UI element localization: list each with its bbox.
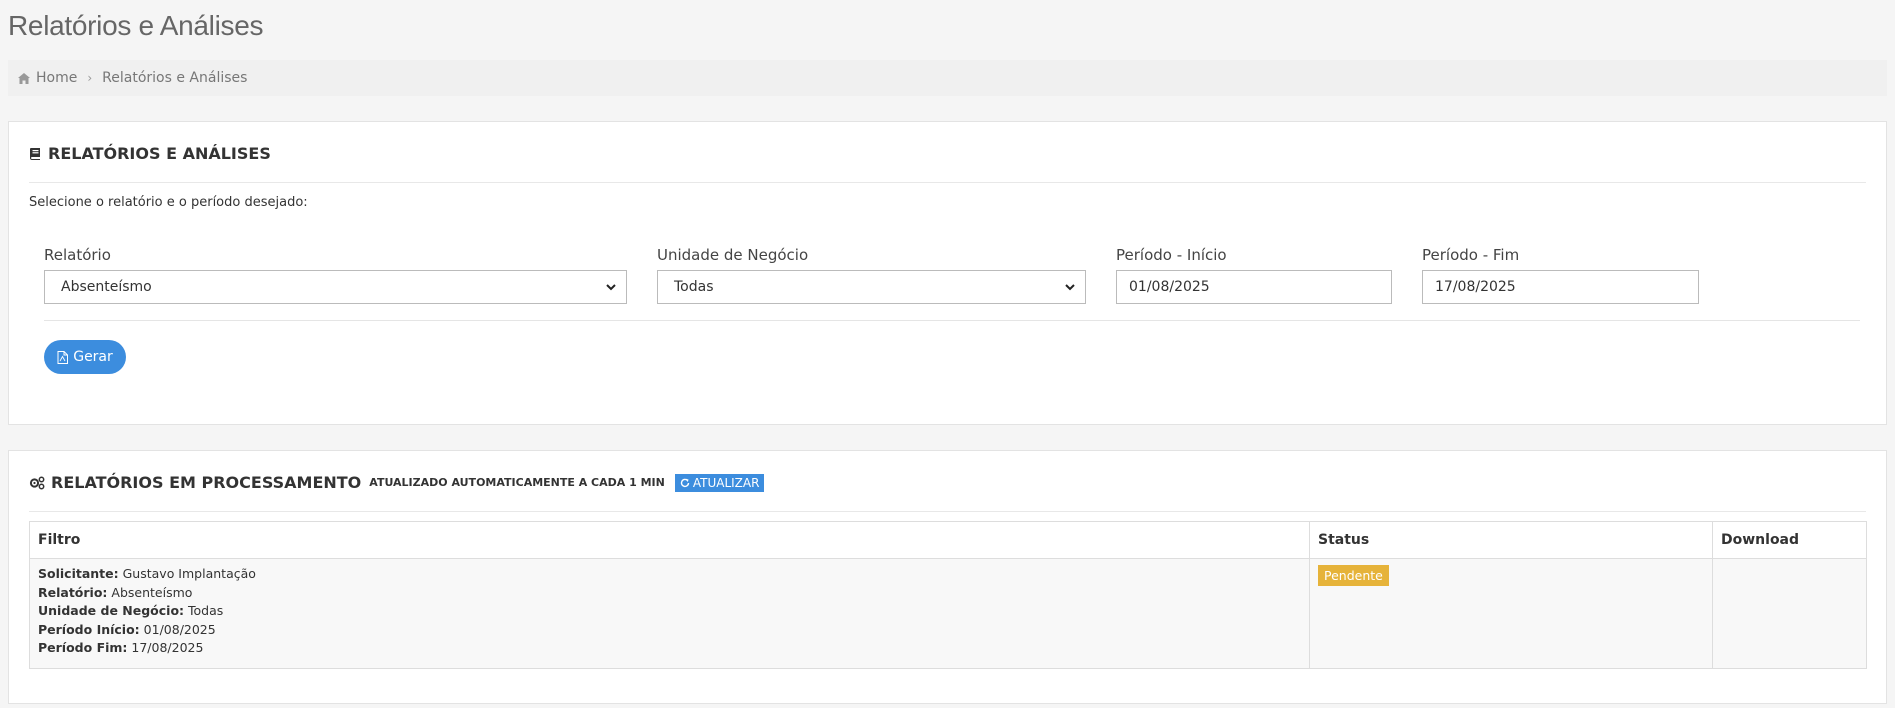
breadcrumb-home-label: Home xyxy=(36,70,78,86)
auto-refresh-note: ATUALIZADO AUTOMATICAMENTE A CADA 1 MIN xyxy=(369,476,665,489)
report-form-panel: RELATÓRIOS E ANÁLISES Selecione o relató… xyxy=(8,121,1887,425)
column-download: Download xyxy=(1712,521,1867,559)
filter-fim: Período Fim: 17/08/2025 xyxy=(38,639,1301,658)
gears-icon xyxy=(29,476,45,489)
panel-divider xyxy=(29,511,1866,512)
column-filtro: Filtro xyxy=(29,521,1310,559)
refresh-button-label: ATUALIZAR xyxy=(692,475,760,490)
processing-panel-title: RELATÓRIOS EM PROCESSAMENTO xyxy=(51,473,362,492)
page-header: Relatórios e Análises xyxy=(8,10,263,42)
filter-unidade: Unidade de Negócio: Todas xyxy=(38,602,1301,621)
chevron-down-icon xyxy=(1065,284,1075,291)
inicio-date-value: 01/08/2025 xyxy=(1129,279,1210,295)
report-panel-title: RELATÓRIOS E ANÁLISES xyxy=(48,144,271,163)
inicio-field: Período - Início 01/08/2025 xyxy=(1116,246,1392,304)
chevron-down-icon xyxy=(606,284,616,291)
report-intro-text: Selecione o relatório e o período deseja… xyxy=(29,195,308,210)
fim-field: Período - Fim 17/08/2025 xyxy=(1422,246,1699,304)
table-row: Solicitante: Gustavo Implantação Relatór… xyxy=(29,558,1867,669)
filter-key: Solicitante: xyxy=(38,566,119,581)
chevron-right-icon: › xyxy=(87,71,93,85)
filter-value: Absenteísmo xyxy=(111,584,193,600)
table-header-row: Filtro Status Download xyxy=(29,521,1867,559)
filter-key: Período Fim: xyxy=(38,640,128,655)
relatorio-select-value: Absenteísmo xyxy=(61,279,152,295)
page-title: Relatórios e Análises xyxy=(8,10,264,41)
book-icon xyxy=(30,148,40,160)
filter-value: Todas xyxy=(188,603,224,618)
generate-button[interactable]: Gerar xyxy=(44,340,126,374)
filter-solicitante: Solicitante: Gustavo Implantação xyxy=(38,565,1301,584)
column-status: Status xyxy=(1309,521,1713,559)
inicio-label: Período - Início xyxy=(1116,246,1227,264)
filter-inicio: Período Início: 01/08/2025 xyxy=(38,621,1301,640)
processing-table: Filtro Status Download Solicitante: Gust… xyxy=(29,521,1867,669)
unidade-select-value: Todas xyxy=(674,279,714,295)
relatorio-select[interactable]: Absenteísmo xyxy=(44,270,627,304)
unidade-field: Unidade de Negócio Todas xyxy=(657,246,1086,304)
relatorio-field: Relatório Absenteísmo xyxy=(44,246,627,304)
breadcrumb: Home › Relatórios e Análises xyxy=(8,60,1887,96)
relatorio-label: Relatório xyxy=(44,246,111,264)
filter-value: 17/08/2025 xyxy=(131,640,204,655)
filter-value: Gustavo Implantação xyxy=(122,566,256,581)
form-divider xyxy=(44,320,1860,321)
processing-panel: RELATÓRIOS EM PROCESSAMENTO ATUALIZADO A… xyxy=(8,450,1887,704)
filter-cell: Solicitante: Gustavo Implantação Relatór… xyxy=(29,558,1310,669)
filter-key: Unidade de Negócio: xyxy=(38,603,185,618)
filter-key: Relatório: xyxy=(38,584,108,600)
status-badge: Pendente xyxy=(1318,565,1389,586)
report-panel-heading: RELATÓRIOS E ANÁLISES xyxy=(29,144,271,163)
download-cell xyxy=(1712,558,1867,669)
breadcrumb-home[interactable]: Home xyxy=(18,70,77,86)
unidade-label: Unidade de Negócio xyxy=(657,246,809,264)
fim-date-value: 17/08/2025 xyxy=(1435,279,1516,295)
filter-relatorio: Relatório: Absenteísmo xyxy=(38,584,1301,603)
panel-divider xyxy=(29,182,1866,183)
status-cell: Pendente xyxy=(1309,558,1713,669)
inicio-date-input[interactable]: 01/08/2025 xyxy=(1116,270,1392,304)
file-pdf-icon xyxy=(57,350,69,364)
home-icon xyxy=(18,72,30,84)
breadcrumb-current: Relatórios e Análises xyxy=(102,70,248,86)
filter-key: Período Início: xyxy=(38,621,140,637)
refresh-icon xyxy=(680,478,690,487)
refresh-button[interactable]: ATUALIZAR xyxy=(674,473,765,492)
generate-button-label: Gerar xyxy=(73,349,113,365)
unidade-select[interactable]: Todas xyxy=(657,270,1086,304)
fim-label: Período - Fim xyxy=(1422,246,1520,264)
processing-panel-heading: RELATÓRIOS EM PROCESSAMENTO ATUALIZADO A… xyxy=(29,473,765,492)
filter-value: 01/08/2025 xyxy=(143,621,216,637)
fim-date-input[interactable]: 17/08/2025 xyxy=(1422,270,1699,304)
